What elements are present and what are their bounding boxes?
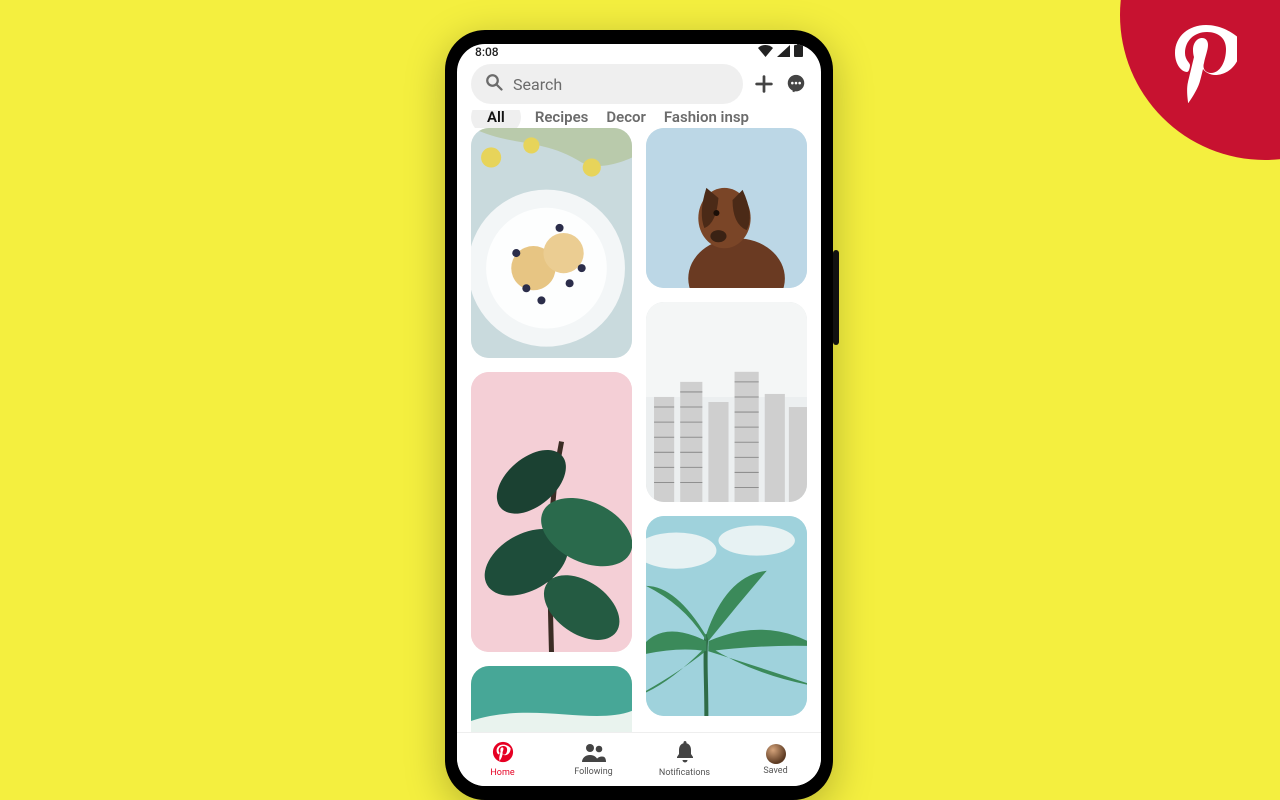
avatar-icon: [766, 744, 786, 764]
search-icon: [485, 73, 503, 95]
feed-column-left: [471, 128, 632, 786]
nav-notifications[interactable]: Notifications: [639, 733, 730, 786]
pin-food-plate[interactable]: [471, 128, 632, 358]
people-icon: [582, 742, 606, 765]
feed-column-right: [646, 128, 807, 786]
search-placeholder: Search: [513, 75, 562, 94]
nav-notifications-label: Notifications: [659, 768, 710, 778]
nav-home-label: Home: [490, 768, 514, 778]
brand-corner-badge: [1120, 0, 1280, 160]
bell-icon: [675, 741, 695, 766]
battery-icon: [794, 44, 803, 60]
pin-pink-plant[interactable]: [471, 372, 632, 652]
tab-fashion[interactable]: Fashion insp: [660, 110, 753, 128]
tab-all[interactable]: All: [471, 110, 521, 128]
messages-button[interactable]: [785, 73, 807, 95]
add-button[interactable]: [753, 73, 775, 95]
search-input[interactable]: Search: [471, 64, 743, 104]
nav-following[interactable]: Following: [548, 733, 639, 786]
pinterest-icon: [492, 741, 514, 766]
nav-following-label: Following: [574, 767, 613, 777]
pin-white-city[interactable]: [646, 302, 807, 502]
bottom-nav: Home Following Notifications Saved: [457, 732, 821, 786]
wifi-icon: [758, 45, 773, 60]
phone-power-button: [833, 250, 839, 345]
search-row: Search: [457, 60, 821, 110]
nav-saved[interactable]: Saved: [730, 733, 821, 786]
cellular-icon: [777, 45, 790, 60]
pin-palm-sky[interactable]: [646, 516, 807, 716]
phone-screen: 8:08 Search: [457, 44, 821, 786]
status-indicators: [758, 44, 803, 60]
category-tabs: All Recipes Decor Fashion insp: [457, 110, 821, 128]
phone-frame: 8:08 Search: [445, 30, 833, 800]
tab-recipes[interactable]: Recipes: [531, 110, 593, 128]
pinterest-logo-icon: [1175, 25, 1237, 107]
status-time: 8:08: [475, 45, 499, 59]
pin-brown-dog[interactable]: [646, 128, 807, 288]
nav-saved-label: Saved: [763, 766, 787, 776]
tab-decor[interactable]: Decor: [602, 110, 650, 128]
status-bar: 8:08: [457, 44, 821, 60]
nav-home[interactable]: Home: [457, 733, 548, 786]
pin-feed[interactable]: [457, 128, 821, 786]
